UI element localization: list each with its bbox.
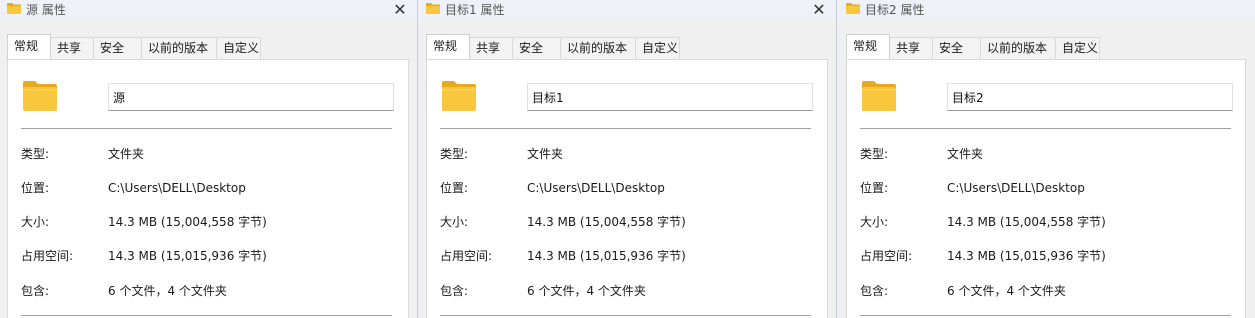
tab-security[interactable]: 安全 — [932, 37, 981, 59]
general-panel: 类型: 文件夹 位置: C:\Users\DELL\Desktop 大小: 14… — [426, 59, 828, 318]
size-on-disk-value: 14.3 MB (15,015,936 字节) — [108, 249, 267, 263]
divider — [860, 315, 1231, 316]
divider — [21, 315, 392, 316]
tab-customize[interactable]: 自定义 — [635, 37, 680, 59]
contains-label: 包含: — [860, 284, 889, 298]
location-label: 位置: — [860, 181, 889, 195]
location-label: 位置: — [440, 181, 469, 195]
tab-previous-versions[interactable]: 以前的版本 — [560, 37, 636, 59]
folder-name-input[interactable] — [947, 83, 1233, 111]
size-on-disk-value: 14.3 MB (15,015,936 字节) — [527, 249, 686, 263]
tab-general[interactable]: 常规 — [7, 34, 51, 59]
size-label: 大小: — [21, 215, 50, 229]
tab-customize[interactable]: 自定义 — [216, 37, 261, 59]
divider — [440, 315, 811, 316]
title-bar[interactable]: 目标1 属性 ✕ — [419, 0, 836, 20]
properties-window-source: 源 属性 ✕ 常规 共享 安全 以前的版本 自定义 类型: 文件夹 位置: C:… — [0, 0, 418, 318]
tab-sharing[interactable]: 共享 — [469, 37, 513, 59]
location-value: C:\Users\DELL\Desktop — [527, 181, 665, 195]
properties-window-target2: 目标2 属性 常规 共享 安全 以前的版本 自定义 类型: 文件夹 位置: C:… — [839, 0, 1255, 318]
size-value: 14.3 MB (15,004,558 字节) — [947, 215, 1106, 229]
size-on-disk-value: 14.3 MB (15,015,936 字节) — [947, 249, 1106, 263]
window-title: 目标2 属性 — [865, 3, 925, 17]
tab-bar: 常规 共享 安全 以前的版本 自定义 — [7, 34, 261, 59]
properties-window-target1: 目标1 属性 ✕ 常规 共享 安全 以前的版本 自定义 类型: 文件夹 位置: … — [419, 0, 837, 318]
folder-icon — [442, 81, 476, 111]
folder-icon — [846, 3, 860, 14]
contains-value: 6 个文件，4 个文件夹 — [947, 284, 1066, 298]
tab-general[interactable]: 常规 — [426, 34, 470, 59]
title-bar[interactable]: 源 属性 ✕ — [0, 0, 417, 20]
window-title: 目标1 属性 — [445, 3, 505, 17]
type-label: 类型: — [860, 147, 889, 161]
contains-value: 6 个文件，4 个文件夹 — [527, 284, 646, 298]
tab-security[interactable]: 安全 — [512, 37, 561, 59]
location-value: C:\Users\DELL\Desktop — [108, 181, 246, 195]
folder-name-input[interactable] — [527, 83, 813, 111]
title-bar[interactable]: 目标2 属性 — [839, 0, 1255, 20]
general-panel: 类型: 文件夹 位置: C:\Users\DELL\Desktop 大小: 14… — [846, 59, 1246, 318]
properties-windows: 源 属性 ✕ 常规 共享 安全 以前的版本 自定义 类型: 文件夹 位置: C:… — [0, 0, 1255, 318]
tab-sharing[interactable]: 共享 — [50, 37, 94, 59]
folder-icon — [23, 81, 57, 111]
location-label: 位置: — [21, 181, 50, 195]
size-value: 14.3 MB (15,004,558 字节) — [527, 215, 686, 229]
tab-bar: 常规 共享 安全 以前的版本 自定义 — [426, 34, 680, 59]
divider — [21, 128, 392, 129]
type-label: 类型: — [440, 147, 469, 161]
close-icon[interactable]: ✕ — [383, 0, 417, 20]
size-label: 大小: — [440, 215, 469, 229]
size-on-disk-label: 占用空间: — [440, 249, 493, 263]
tab-general[interactable]: 常规 — [846, 34, 890, 59]
tab-security[interactable]: 安全 — [93, 37, 142, 59]
type-value: 文件夹 — [108, 147, 145, 161]
folder-icon — [7, 3, 21, 14]
general-panel: 类型: 文件夹 位置: C:\Users\DELL\Desktop 大小: 14… — [7, 59, 409, 318]
type-label: 类型: — [21, 147, 50, 161]
type-value: 文件夹 — [527, 147, 564, 161]
folder-icon — [426, 3, 440, 14]
size-value: 14.3 MB (15,004,558 字节) — [108, 215, 267, 229]
divider — [440, 128, 811, 129]
tab-previous-versions[interactable]: 以前的版本 — [141, 37, 217, 59]
folder-icon — [862, 81, 896, 111]
tab-sharing[interactable]: 共享 — [889, 37, 933, 59]
tab-customize[interactable]: 自定义 — [1055, 37, 1100, 59]
type-value: 文件夹 — [947, 147, 984, 161]
contains-label: 包含: — [440, 284, 469, 298]
tab-bar: 常规 共享 安全 以前的版本 自定义 — [846, 34, 1100, 59]
divider — [860, 128, 1231, 129]
window-title: 源 属性 — [26, 3, 66, 17]
folder-name-input[interactable] — [108, 83, 394, 111]
location-value: C:\Users\DELL\Desktop — [947, 181, 1085, 195]
close-icon[interactable]: ✕ — [802, 0, 836, 20]
size-on-disk-label: 占用空间: — [21, 249, 74, 263]
size-label: 大小: — [860, 215, 889, 229]
contains-value: 6 个文件，4 个文件夹 — [108, 284, 227, 298]
contains-label: 包含: — [21, 284, 50, 298]
size-on-disk-label: 占用空间: — [860, 249, 913, 263]
tab-previous-versions[interactable]: 以前的版本 — [980, 37, 1056, 59]
